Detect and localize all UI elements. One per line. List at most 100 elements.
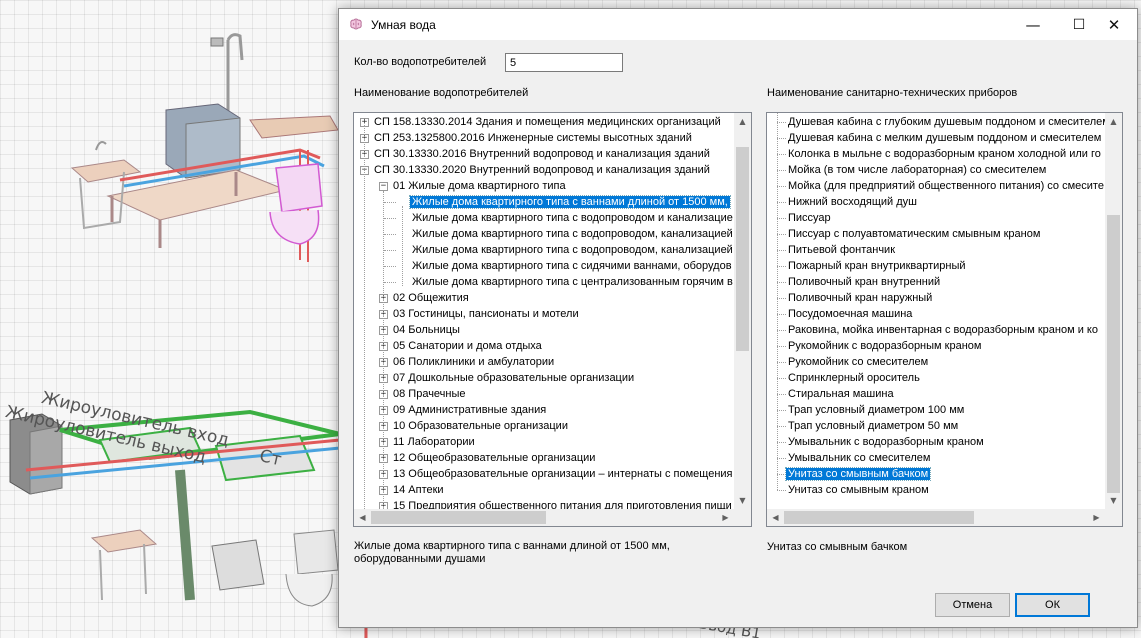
- tree-item-label[interactable]: Жилые дома квартирного типа с централизо…: [410, 276, 734, 288]
- tree-item-label[interactable]: Жилые дома квартирного типа с сидячими в…: [410, 260, 734, 272]
- tree-item-label[interactable]: Жилые дома квартирного типа с водопровод…: [410, 244, 734, 256]
- fixture-item[interactable]: Трап условный диаметром 100 мм: [786, 402, 966, 418]
- fixture-item[interactable]: Мойка (для предприятий общественного пит…: [786, 178, 1105, 194]
- tree-item-label[interactable]: 04 Больницы: [391, 324, 462, 336]
- fixture-item-label[interactable]: Писсуар: [786, 212, 833, 224]
- fixture-item-label[interactable]: Трап условный диаметром 50 мм: [786, 420, 960, 432]
- fixture-item-label[interactable]: Трап условный диаметром 100 мм: [786, 404, 966, 416]
- fixture-item-label[interactable]: Нижний восходящий душ: [786, 196, 919, 208]
- fixture-item-label[interactable]: Душевая кабина с мелким душевым поддоном…: [786, 132, 1103, 144]
- tree-horizontal-scrollbar[interactable]: ◀ ▶: [354, 509, 734, 526]
- tree-item[interactable]: 12 Общеобразовательные организации: [391, 450, 597, 466]
- tree-vertical-scrollbar[interactable]: ▲ ▼: [734, 113, 751, 509]
- tree-item[interactable]: Жилые дома квартирного типа с сидячими в…: [410, 258, 734, 274]
- fixture-item-label[interactable]: Душевая кабина с глубоким душевым поддон…: [786, 116, 1105, 128]
- tree-item[interactable]: Жилые дома квартирного типа с водопровод…: [410, 210, 734, 226]
- fixture-item[interactable]: Трап условный диаметром 50 мм: [786, 418, 960, 434]
- fixture-item-label[interactable]: Умывальник с водоразборным краном: [786, 436, 986, 448]
- tree-item[interactable]: 11 Лаборатории: [391, 434, 477, 450]
- tree-item-label[interactable]: 13 Общеобразовательные организации – инт…: [391, 468, 734, 480]
- fixture-item-label[interactable]: Посудомоечная машина: [786, 308, 914, 320]
- tree-item-label[interactable]: 10 Образовательные организации: [391, 420, 570, 432]
- fixture-item[interactable]: Спринклерный ороситель: [786, 370, 922, 386]
- tree-item[interactable]: 15 Предприятия общественного питания для…: [391, 498, 734, 509]
- fixture-item-label[interactable]: Колонка в мыльне с водоразборным краном …: [786, 148, 1103, 160]
- fixture-item[interactable]: Колонка в мыльне с водоразборным краном …: [786, 146, 1103, 162]
- fixture-item[interactable]: Питьевой фонтанчик: [786, 242, 897, 258]
- tree-item-label[interactable]: СП 158.13330.2014 Здания и помещения мед…: [372, 116, 723, 128]
- tree-item[interactable]: 06 Поликлиники и амбулатории: [391, 354, 556, 370]
- fixture-item[interactable]: Стиральная машина: [786, 386, 896, 402]
- scroll-thumb[interactable]: [1107, 215, 1120, 493]
- tree-item[interactable]: Жилые дома квартирного типа с водопровод…: [410, 226, 734, 242]
- fixtures-horizontal-scrollbar[interactable]: ◀ ▶: [767, 509, 1105, 526]
- tree-item-label[interactable]: СП 253.1325800.2016 Инженерные системы в…: [372, 132, 694, 144]
- tree-item-label[interactable]: Жилые дома квартирного типа с водопровод…: [410, 228, 734, 240]
- tree-item[interactable]: 05 Санатории и дома отдыха: [391, 338, 544, 354]
- fixture-item-label[interactable]: Стиральная машина: [786, 388, 896, 400]
- tree-item-label[interactable]: 05 Санатории и дома отдыха: [391, 340, 544, 352]
- tree-item-label[interactable]: 14 Аптеки: [391, 484, 446, 496]
- tree-item-label[interactable]: СП 30.13330.2020 Внутренний водопровод и…: [372, 164, 712, 176]
- fixture-item[interactable]: Посудомоечная машина: [786, 306, 914, 322]
- fixture-item-label[interactable]: Пожарный кран внутриквартирный: [786, 260, 968, 272]
- tree-item-label[interactable]: 11 Лаборатории: [391, 436, 477, 448]
- fixture-item-label[interactable]: Унитаз со смывным бачком: [784, 467, 932, 481]
- tree-item[interactable]: 01 Жилые дома квартирного типа: [391, 178, 568, 194]
- fixture-item[interactable]: Умывальник с водоразборным краном: [786, 434, 986, 450]
- tree-item-label[interactable]: 06 Поликлиники и амбулатории: [391, 356, 556, 368]
- cancel-button[interactable]: Отмена: [935, 593, 1010, 617]
- fixture-item[interactable]: Умывальник со смесителем: [786, 450, 932, 466]
- tree-item-label[interactable]: 01 Жилые дома квартирного типа: [391, 180, 568, 192]
- scroll-thumb[interactable]: [371, 511, 546, 524]
- tree-item-label[interactable]: 03 Гостиницы, пансионаты и мотели: [391, 308, 581, 320]
- tree-item-label[interactable]: Жилые дома квартирного типа с ваннами дл…: [409, 195, 731, 209]
- collapse-icon[interactable]: −: [379, 182, 388, 191]
- fixture-item-label[interactable]: Рукомойник с водоразборным краном: [786, 340, 983, 352]
- fixture-item[interactable]: Рукомойник со смесителем: [786, 354, 930, 370]
- fixture-item[interactable]: Рукомойник с водоразборным краном: [786, 338, 983, 354]
- scroll-left-icon[interactable]: ◀: [767, 509, 784, 526]
- fixture-item-label[interactable]: Поливочный кран внутренний: [786, 276, 942, 288]
- tree-item[interactable]: 04 Больницы: [391, 322, 462, 338]
- tree-item[interactable]: СП 30.13330.2020 Внутренний водопровод и…: [372, 162, 712, 178]
- scroll-right-icon[interactable]: ▶: [1088, 509, 1105, 526]
- fixture-item[interactable]: Писсуар: [786, 210, 833, 226]
- tree-item-label[interactable]: 07 Дошкольные образовательные организаци…: [391, 372, 636, 384]
- fixture-item-label[interactable]: Рукомойник со смесителем: [786, 356, 930, 368]
- tree-item[interactable]: 14 Аптеки: [391, 482, 446, 498]
- scroll-up-icon[interactable]: ▲: [734, 113, 751, 130]
- fixture-item-label[interactable]: Мойка (в том числе лабораторная) со смес…: [786, 164, 1048, 176]
- fixture-item[interactable]: Нижний восходящий душ: [786, 194, 919, 210]
- fixture-item[interactable]: Поливочный кран внутренний: [786, 274, 942, 290]
- fixture-item-label[interactable]: Унитаз со смывным краном: [786, 484, 931, 496]
- tree-item[interactable]: 13 Общеобразовательные организации – инт…: [391, 466, 734, 482]
- fixture-item-label[interactable]: Спринклерный ороситель: [786, 372, 922, 384]
- tree-item-label[interactable]: СП 30.13330.2016 Внутренний водопровод и…: [372, 148, 712, 160]
- tree-item[interactable]: 08 Прачечные: [391, 386, 468, 402]
- tree-item[interactable]: 10 Образовательные организации: [391, 418, 570, 434]
- fixture-item-label[interactable]: Раковина, мойка инвентарная с водоразбор…: [786, 324, 1100, 336]
- tree-item[interactable]: 03 Гостиницы, пансионаты и мотели: [391, 306, 581, 322]
- tree-item[interactable]: 02 Общежития: [391, 290, 471, 306]
- scroll-up-icon[interactable]: ▲: [1105, 113, 1122, 130]
- scroll-thumb[interactable]: [784, 511, 974, 524]
- fixtures-vertical-scrollbar[interactable]: ▲ ▼: [1105, 113, 1122, 509]
- tree-item-label[interactable]: 15 Предприятия общественного питания для…: [391, 500, 734, 509]
- tree-item[interactable]: Жилые дома квартирного типа с централизо…: [410, 274, 734, 290]
- scroll-right-icon[interactable]: ▶: [717, 509, 734, 526]
- fixture-item[interactable]: Писсуар с полуавтоматическим смывным кра…: [786, 226, 1042, 242]
- tree-item[interactable]: Жилые дома квартирного типа с ваннами дл…: [409, 194, 731, 210]
- consumer-count-input[interactable]: [505, 53, 623, 72]
- tree-item-label[interactable]: 08 Прачечные: [391, 388, 468, 400]
- fixture-item[interactable]: Пожарный кран внутриквартирный: [786, 258, 968, 274]
- scroll-down-icon[interactable]: ▼: [1105, 492, 1122, 509]
- tree-item-label[interactable]: 02 Общежития: [391, 292, 471, 304]
- fixture-item[interactable]: Унитаз со смывным бачком: [784, 466, 932, 482]
- ok-button[interactable]: ОК: [1015, 593, 1090, 617]
- fixture-item-label[interactable]: Умывальник со смесителем: [786, 452, 932, 464]
- fixture-item[interactable]: Поливочный кран наружный: [786, 290, 934, 306]
- fixture-item-label[interactable]: Писсуар с полуавтоматическим смывным кра…: [786, 228, 1042, 240]
- tree-item[interactable]: СП 30.13330.2016 Внутренний водопровод и…: [372, 146, 712, 162]
- minimize-button[interactable]: —: [1010, 9, 1056, 40]
